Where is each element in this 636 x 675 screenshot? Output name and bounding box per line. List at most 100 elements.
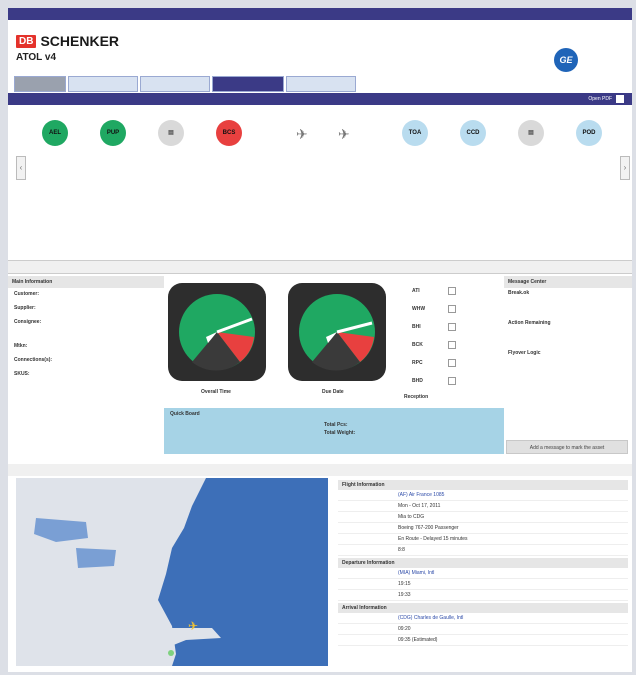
ge-logo: GE — [554, 48, 578, 72]
checkbox[interactable] — [448, 377, 456, 385]
info-row: En Route - Delayed 15 minutes — [338, 534, 628, 545]
overall-time-label: Overall Time — [201, 389, 231, 395]
add-message-button[interactable]: Add a message to mark the asset — [506, 440, 628, 454]
tab-shipment-1[interactable] — [68, 76, 138, 92]
info-row: Connections(s): — [8, 354, 164, 368]
pdf-icon[interactable] — [616, 95, 624, 103]
info-row: 19:15 — [338, 579, 628, 590]
milestone-pup[interactable]: PUP — [100, 120, 126, 146]
check-item: BHI — [412, 322, 462, 340]
milestone-doc-9[interactable]: ▤ — [518, 120, 544, 146]
total-pcs-label: Total Pcs: — [324, 422, 348, 428]
info-value: Mia to CDG — [398, 514, 425, 520]
tab-overview[interactable] — [14, 76, 66, 92]
info-row: (AF) Air France 1085 — [338, 490, 628, 501]
info-value: Mon - Oct 17, 2011 — [398, 503, 441, 509]
map-graphic: ✈ — [16, 478, 328, 666]
info-row: Mtkn: — [8, 340, 164, 354]
checkbox[interactable] — [448, 341, 456, 349]
message-item[interactable]: Flyover Logic — [504, 348, 632, 378]
check-item: WHW — [412, 304, 462, 322]
app-title: ATOL v4 — [16, 52, 57, 63]
tab-shipment-4[interactable] — [286, 76, 356, 92]
checkbox[interactable] — [448, 359, 456, 367]
db-logo-mark: DB — [16, 34, 37, 48]
flight-information-panel: Flight Information (AF) Air France 1085 … — [338, 478, 628, 646]
status-header-row — [8, 261, 632, 274]
message-center: Message Center Break.ok Action Remaining… — [504, 276, 632, 464]
tab-shipment-2[interactable] — [140, 76, 210, 92]
due-date-gauge-graphic — [299, 294, 375, 371]
message-center-title: Message Center — [504, 276, 632, 288]
milestone-toa[interactable]: TOA — [402, 120, 428, 146]
due-date-label: Due Date — [322, 389, 344, 395]
open-pdf-link[interactable]: Open PDF — [588, 96, 612, 102]
flight-header-bar — [8, 464, 632, 476]
departure-airport-link[interactable]: (MIA) Miami, Intl — [398, 570, 434, 576]
quick-board: Quick Board Total Pcs: Total Weight: — [164, 408, 504, 454]
schenker-wordmark: SCHENKER — [40, 33, 120, 49]
info-row: Mia to CDG — [338, 512, 628, 523]
check-label: BHD — [412, 378, 423, 384]
document-icon: ▤ — [528, 130, 534, 136]
tab-shipment-3[interactable] — [212, 76, 284, 92]
flight-info-title: Flight Information — [338, 480, 628, 490]
milestone-pod[interactable]: POD — [576, 120, 602, 146]
app-window: DB SCHENKER ATOL v4 GE Open PDF ‹ › AEL … — [8, 8, 632, 672]
arrival-airport-link[interactable]: (CDG) Charles de Gaulle, Intl — [398, 615, 463, 621]
shipment-tabs — [8, 76, 632, 92]
check-item: ATI — [412, 286, 462, 304]
info-row: 09:20 — [338, 624, 628, 635]
document-icon: ▤ — [168, 130, 174, 136]
message-title: Flyover Logic — [508, 350, 541, 356]
status-checklist: ATI WHW BHI BCK RPC BHD — [412, 286, 462, 394]
info-row: Customer: — [8, 288, 164, 302]
milestone-bcs[interactable]: BCS — [216, 120, 242, 146]
sub-toolbar: Open PDF — [8, 93, 632, 105]
info-row: 09:35 (Estimated) — [338, 635, 628, 646]
message-item[interactable]: Break.ok — [504, 288, 632, 318]
checkbox[interactable] — [448, 323, 456, 331]
flight-link[interactable]: (AF) Air France 1085 — [398, 492, 444, 498]
message-item[interactable]: Action Remaining — [504, 318, 632, 348]
departure-info-title: Departure Information — [338, 558, 628, 568]
db-schenker-logo: DB SCHENKER — [16, 33, 120, 49]
check-label: ATI — [412, 288, 420, 294]
airplane-icon: ✈ — [188, 619, 198, 633]
info-value: 09:35 (Estimated) — [398, 637, 438, 643]
info-label: SKUS: — [14, 371, 30, 377]
check-label: BCK — [412, 342, 423, 348]
info-label: Supplier: — [14, 305, 36, 311]
milestone-ael[interactable]: AEL — [42, 120, 68, 146]
reception-label: Reception — [404, 394, 429, 400]
top-nav-bar — [8, 8, 632, 20]
arrival-info-title: Arrival Information — [338, 603, 628, 613]
info-label: Consignee: — [14, 319, 42, 325]
info-value: 09:20 — [398, 626, 411, 632]
check-label: WHW — [412, 306, 426, 312]
message-title: Break.ok — [508, 290, 530, 296]
info-label: Connections(s): — [14, 357, 53, 363]
info-value: En Route - Delayed 15 minutes — [398, 536, 468, 542]
checkbox[interactable] — [448, 287, 456, 295]
info-row: Mon - Oct 17, 2011 — [338, 501, 628, 512]
main-information-panel: Main Information Customer: Supplier: Con… — [8, 276, 164, 464]
check-item: BHD — [412, 376, 462, 394]
milestone-timeline: ‹ › AEL PUP ▤ BCS ✈ ✈ TOA CCD ▤ POD — [8, 106, 632, 261]
milestone-doc-3[interactable]: ▤ — [158, 120, 184, 146]
check-label: RPC — [412, 360, 423, 366]
info-row: (MIA) Miami, Intl — [338, 568, 628, 579]
timeline-prev-arrow[interactable]: ‹ — [16, 156, 26, 180]
timeline-next-arrow[interactable]: › — [620, 156, 630, 180]
milestone-ccd[interactable]: CCD — [460, 120, 486, 146]
info-row: 19:33 — [338, 590, 628, 601]
info-value: Boeing 767-200 Passenger — [398, 525, 459, 531]
overall-time-gauge-graphic — [179, 294, 255, 371]
main-information-title: Main Information — [8, 276, 164, 288]
info-value: 19:15 — [398, 581, 411, 587]
due-date-gauge — [288, 283, 386, 381]
checkbox[interactable] — [448, 305, 456, 313]
overall-time-gauge — [168, 283, 266, 381]
flight-map[interactable]: ✈ — [16, 478, 328, 666]
info-label: Customer: — [14, 291, 40, 297]
